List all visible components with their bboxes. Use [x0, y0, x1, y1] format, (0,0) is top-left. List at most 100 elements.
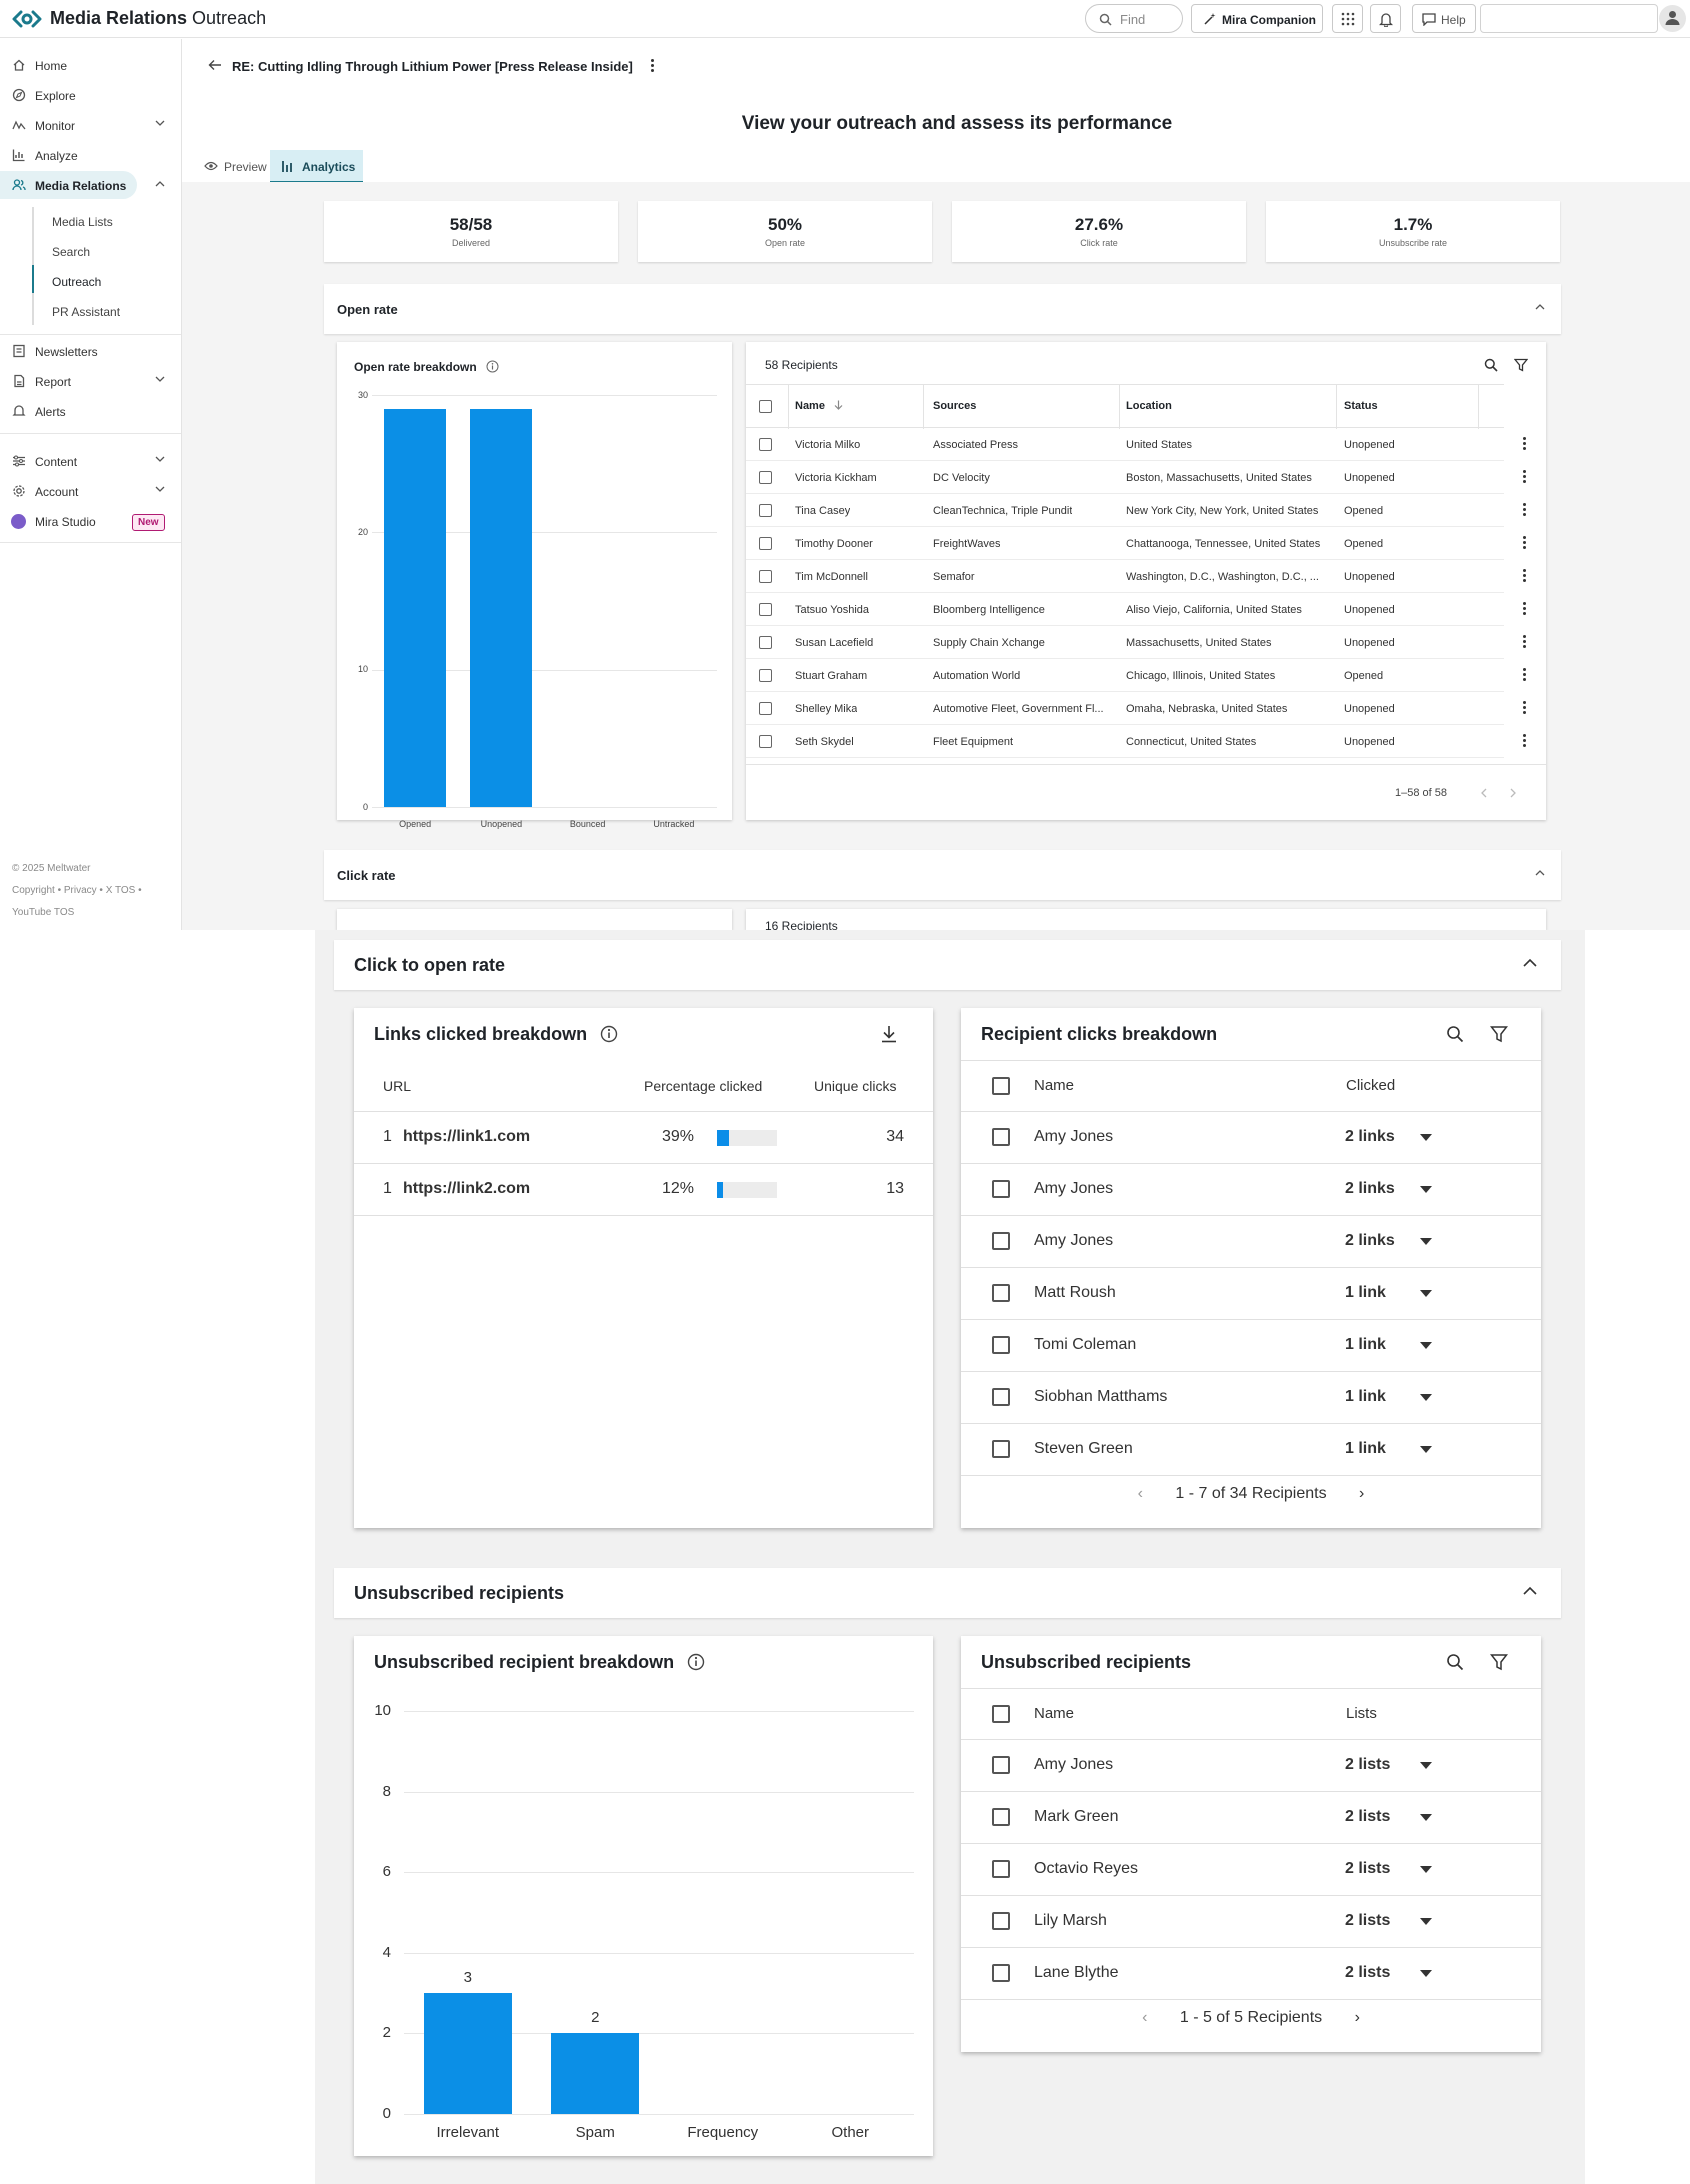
chevron-right-icon[interactable]: › — [1359, 1485, 1364, 1502]
row-checkbox[interactable] — [759, 438, 772, 451]
lists-count-dropdown[interactable]: 2 lists — [1345, 1860, 1390, 1878]
table-row[interactable]: Amy Jones 2 links — [961, 1112, 1541, 1164]
table-row[interactable]: Lily Marsh 2 lists — [961, 1896, 1541, 1948]
more-options-icon[interactable] — [1523, 635, 1526, 650]
caret-down-icon[interactable] — [1420, 1134, 1432, 1141]
row-checkbox[interactable] — [992, 1336, 1010, 1354]
sidebar-item-home[interactable]: Home — [0, 51, 181, 79]
chevron-up-icon[interactable] — [1535, 869, 1545, 876]
bar-unopened[interactable] — [470, 408, 533, 807]
lists-count-dropdown[interactable]: 2 lists — [1345, 1912, 1390, 1930]
caret-down-icon[interactable] — [1420, 1186, 1432, 1193]
caret-down-icon[interactable] — [1420, 1762, 1432, 1769]
bar-spam[interactable] — [551, 2033, 640, 2114]
row-checkbox[interactable] — [992, 1860, 1010, 1878]
row-checkbox[interactable] — [992, 1440, 1010, 1458]
row-checkbox[interactable] — [992, 1912, 1010, 1930]
lists-count-dropdown[interactable]: 2 lists — [1345, 1808, 1390, 1826]
table-row[interactable]: Victoria Kickham DC Velocity Boston, Massa… — [746, 461, 1526, 494]
caret-down-icon[interactable] — [1420, 1918, 1432, 1925]
row-checkbox[interactable] — [759, 570, 772, 583]
caret-down-icon[interactable] — [1420, 1290, 1432, 1297]
mira-companion-button[interactable]: Mira Companion — [1191, 4, 1323, 33]
table-row[interactable]: Tatsuo Yoshida Bloomberg Intelligence Alis… — [746, 593, 1526, 626]
link-url[interactable]: https://link1.com — [403, 1128, 530, 1146]
tab-preview[interactable]: Preview — [192, 150, 272, 183]
more-options-icon[interactable] — [1523, 602, 1526, 617]
row-checkbox[interactable] — [759, 669, 772, 682]
more-options-icon[interactable] — [1523, 734, 1526, 749]
row-checkbox[interactable] — [759, 504, 772, 517]
clicked-count-dropdown[interactable]: 2 links — [1345, 1128, 1395, 1146]
sort-arrow-icon[interactable] — [834, 400, 843, 410]
table-row[interactable]: Siobhan Matthams 1 link — [961, 1372, 1541, 1424]
chevron-up-icon[interactable] — [1523, 1586, 1537, 1595]
sidebar-item-media-relations[interactable]: Media Relations — [0, 171, 181, 199]
sidebar-item-alerts[interactable]: Alerts — [0, 397, 181, 425]
click-to-open-section-header[interactable]: Click to open rate — [334, 940, 1561, 990]
clicked-count-dropdown[interactable]: 1 link — [1345, 1440, 1386, 1458]
chevron-right-icon[interactable]: › — [1355, 2009, 1360, 2026]
row-checkbox[interactable] — [759, 603, 772, 616]
column-header-sources[interactable]: Sources — [933, 400, 976, 412]
legal-links[interactable]: Copyright • Privacy • X TOS • — [12, 885, 142, 896]
sidebar-subitem-pr-assistant[interactable]: PR Assistant — [52, 305, 120, 319]
table-row[interactable]: Octavio Reyes 2 lists — [961, 1844, 1541, 1896]
row-checkbox[interactable] — [992, 1284, 1010, 1302]
sidebar-item-newsletters[interactable]: Newsletters — [0, 337, 181, 365]
info-icon[interactable] — [600, 1025, 618, 1043]
chevron-left-icon[interactable]: ‹ — [1142, 2009, 1147, 2026]
table-row[interactable]: Matt Roush 1 link — [961, 1268, 1541, 1320]
link-url[interactable]: https://link2.com — [403, 1180, 530, 1198]
table-row[interactable]: Steven Green 1 link — [961, 1424, 1541, 1476]
row-checkbox[interactable] — [992, 1756, 1010, 1774]
download-icon[interactable] — [879, 1024, 899, 1044]
clicked-count-dropdown[interactable]: 1 link — [1345, 1284, 1386, 1302]
help-button[interactable]: Help — [1412, 4, 1476, 33]
table-row[interactable]: Amy Jones 2 lists — [961, 1740, 1541, 1792]
apps-grid-button[interactable] — [1332, 4, 1363, 33]
filter-icon[interactable] — [1490, 1025, 1508, 1043]
search-icon[interactable] — [1484, 358, 1498, 372]
more-options-icon[interactable] — [1523, 569, 1526, 584]
row-checkbox[interactable] — [759, 735, 772, 748]
caret-down-icon[interactable] — [1420, 1970, 1432, 1977]
more-options-icon[interactable] — [1523, 503, 1526, 518]
table-row[interactable]: Stuart Graham Automation World Chicago, Il… — [746, 659, 1526, 692]
search-icon[interactable] — [1446, 1653, 1464, 1671]
account-switcher-field[interactable] — [1480, 4, 1658, 33]
select-all-checkbox[interactable] — [992, 1077, 1010, 1095]
row-checkbox[interactable] — [759, 537, 772, 550]
clicked-count-dropdown[interactable]: 1 link — [1345, 1388, 1386, 1406]
more-options-icon[interactable] — [1523, 437, 1526, 452]
caret-down-icon[interactable] — [1420, 1866, 1432, 1873]
sidebar-item-account[interactable]: Account — [0, 477, 181, 505]
caret-down-icon[interactable] — [1420, 1446, 1432, 1453]
sidebar-item-mira-studio[interactable]: Mira Studio New — [0, 507, 181, 535]
caret-down-icon[interactable] — [1420, 1394, 1432, 1401]
notifications-button[interactable] — [1370, 4, 1401, 33]
filter-icon[interactable] — [1490, 1653, 1508, 1671]
link-row[interactable]: 1 https://link2.com 12% 13 — [354, 1164, 933, 1216]
click-rate-section-header[interactable]: Click rate — [324, 850, 1561, 900]
tab-analytics[interactable]: Analytics — [270, 150, 363, 183]
table-row[interactable]: Tina Casey CleanTechnica, Triple Pundit Ne… — [746, 494, 1526, 527]
sidebar-subitem-search[interactable]: Search — [52, 245, 90, 259]
table-row[interactable]: Victoria Milko Associated Press United Sta… — [746, 428, 1526, 461]
bar-opened[interactable] — [384, 408, 447, 807]
filter-icon[interactable] — [1514, 358, 1528, 372]
table-row[interactable]: Amy Jones 2 links — [961, 1164, 1541, 1216]
row-checkbox[interactable] — [992, 1964, 1010, 1982]
sidebar-subitem-media-lists[interactable]: Media Lists — [52, 215, 113, 229]
row-checkbox[interactable] — [992, 1128, 1010, 1146]
more-options-icon[interactable] — [651, 59, 654, 74]
caret-down-icon[interactable] — [1420, 1342, 1432, 1349]
clicked-count-dropdown[interactable]: 1 link — [1345, 1336, 1386, 1354]
chevron-left-icon[interactable]: ‹ — [1138, 1485, 1143, 1502]
row-checkbox[interactable] — [759, 702, 772, 715]
row-checkbox[interactable] — [992, 1808, 1010, 1826]
chevron-left-icon[interactable] — [1480, 788, 1487, 798]
sidebar-subitem-outreach[interactable]: Outreach — [52, 275, 101, 289]
sidebar-item-explore[interactable]: Explore — [0, 81, 181, 109]
more-options-icon[interactable] — [1523, 470, 1526, 485]
